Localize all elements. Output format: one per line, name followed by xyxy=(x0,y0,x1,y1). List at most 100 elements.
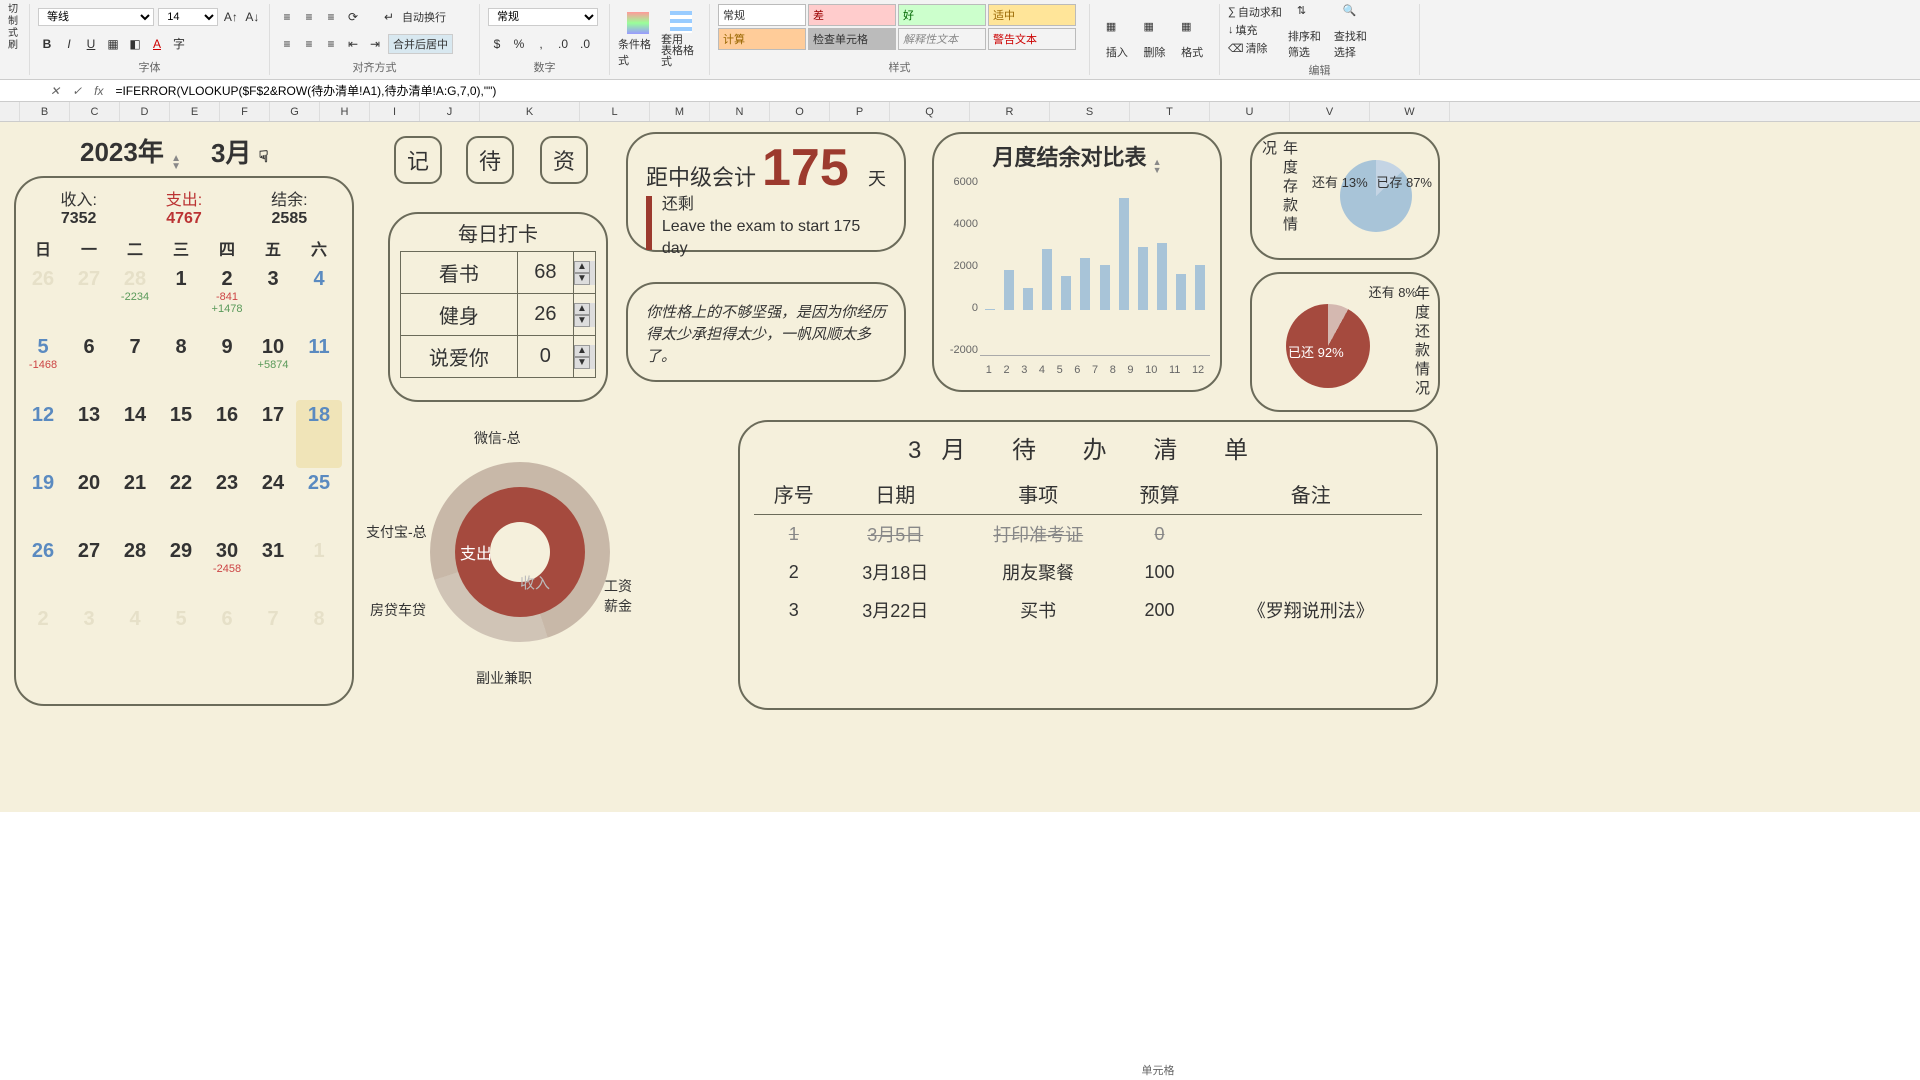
calendar-cell[interactable]: 5 -1468 xyxy=(20,332,66,400)
merge-center-button[interactable]: 合并后居中 xyxy=(388,34,453,54)
style-neutral[interactable]: 适中 xyxy=(988,4,1076,26)
font-color-icon[interactable]: A xyxy=(148,35,166,53)
calendar-cell[interactable]: 27 xyxy=(66,264,112,332)
align-top-icon[interactable]: ≡ xyxy=(278,8,296,26)
calendar-cell[interactable]: 20 xyxy=(66,468,112,536)
sort-filter-button[interactable]: ⇅排序和筛选 xyxy=(1288,4,1328,60)
style-calc[interactable]: 计算 xyxy=(718,28,806,50)
align-middle-icon[interactable]: ≡ xyxy=(300,8,318,26)
dec-decimal-icon[interactable]: .0 xyxy=(576,35,594,53)
wrap-text-button[interactable]: 自动换行 xyxy=(402,9,446,25)
calendar-cell[interactable]: 3 xyxy=(250,264,296,332)
calendar-cell[interactable]: 27 xyxy=(66,536,112,604)
table-format-button[interactable]: 套用 表格格式 xyxy=(661,4,701,75)
inc-decimal-icon[interactable]: .0 xyxy=(554,35,572,53)
font-name-select[interactable]: 等线 xyxy=(38,8,154,26)
calendar-cell[interactable]: 21 xyxy=(112,468,158,536)
align-bottom-icon[interactable]: ≡ xyxy=(322,8,340,26)
currency-icon[interactable]: $ xyxy=(488,35,506,53)
phonetic-icon[interactable]: 字 xyxy=(170,35,188,53)
calendar-cell[interactable]: 3 xyxy=(66,604,112,672)
todo-row[interactable]: 13月5日打印准考证0 xyxy=(754,515,1422,554)
formula-input[interactable] xyxy=(109,84,1920,98)
todo-button[interactable]: 待 xyxy=(466,136,514,184)
column-headers[interactable]: BCDEFGHIJKLMNOPQRSTUVW xyxy=(0,102,1920,122)
calendar-cell[interactable]: 13 xyxy=(66,400,112,468)
style-bad[interactable]: 差 xyxy=(808,4,896,26)
orientation-icon[interactable]: ⟳ xyxy=(344,8,362,26)
style-normal[interactable]: 常规 xyxy=(718,4,806,26)
style-good[interactable]: 好 xyxy=(898,4,986,26)
calendar-cell[interactable]: 25 xyxy=(296,468,342,536)
fill-color-icon[interactable]: ◧ xyxy=(126,35,144,53)
style-warn[interactable]: 警告文本 xyxy=(988,28,1076,50)
calendar-cell[interactable]: 26 xyxy=(20,536,66,604)
confirm-formula-icon[interactable]: ✓ xyxy=(66,84,88,98)
number-format-select[interactable]: 常规 xyxy=(488,8,598,26)
align-center-icon[interactable]: ≡ xyxy=(300,35,318,53)
calendar-cell[interactable]: 6 xyxy=(204,604,250,672)
calendar-cell[interactable]: 2 xyxy=(20,604,66,672)
comma-icon[interactable]: , xyxy=(532,35,550,53)
calendar-cell[interactable]: 19 xyxy=(20,468,66,536)
todo-row[interactable]: 23月18日朋友聚餐100 xyxy=(754,553,1422,591)
calendar-cell[interactable]: 5 xyxy=(158,604,204,672)
find-select-button[interactable]: 🔍查找和选择 xyxy=(1334,4,1374,60)
worksheet-canvas[interactable]: 2023年 ▲▼ 3月 ☟ 收入:7352 支出:4767 结余:2585 日一… xyxy=(0,122,1920,812)
calendar-cell[interactable]: 26 xyxy=(20,264,66,332)
calendar-cell[interactable]: 18 xyxy=(296,400,342,468)
calendar-cell[interactable]: 16 xyxy=(204,400,250,468)
checkin-spinner[interactable]: ▲▼ xyxy=(574,345,595,369)
calendar-cell[interactable]: 9 xyxy=(204,332,250,400)
indent-dec-icon[interactable]: ⇤ xyxy=(344,35,362,53)
calendar-cell[interactable]: 6 xyxy=(66,332,112,400)
cancel-formula-icon[interactable]: ✕ xyxy=(44,84,66,98)
align-right-icon[interactable]: ≡ xyxy=(322,35,340,53)
calendar-cell[interactable]: 8 xyxy=(296,604,342,672)
calendar-cell[interactable]: 11 xyxy=(296,332,342,400)
calendar-cell[interactable]: 7 xyxy=(112,332,158,400)
calendar-cell[interactable]: 8 xyxy=(158,332,204,400)
calendar-cell[interactable]: 24 xyxy=(250,468,296,536)
barchart-spinner[interactable]: ▲▼ xyxy=(1153,158,1162,174)
style-explain[interactable]: 解释性文本 xyxy=(898,28,986,50)
calendar-cell[interactable]: 10 +5874 xyxy=(250,332,296,400)
wrap-text-icon[interactable]: ↵ xyxy=(380,8,398,26)
calendar-cell[interactable]: 23 xyxy=(204,468,250,536)
calendar-cell[interactable]: 22 xyxy=(158,468,204,536)
record-button[interactable]: 记 xyxy=(394,136,442,184)
calendar-cell[interactable]: 17 xyxy=(250,400,296,468)
calendar-cell[interactable]: 4 xyxy=(112,604,158,672)
assets-button[interactable]: 资 xyxy=(540,136,588,184)
border-icon[interactable]: ▦ xyxy=(104,35,122,53)
increase-font-icon[interactable]: A↑ xyxy=(222,8,239,26)
indent-inc-icon[interactable]: ⇥ xyxy=(366,35,384,53)
percent-icon[interactable]: % xyxy=(510,35,528,53)
calendar-cell[interactable]: 4 xyxy=(296,264,342,332)
style-check[interactable]: 检查单元格 xyxy=(808,28,896,50)
calendar-cell[interactable]: 28 -2234 xyxy=(112,264,158,332)
bold-icon[interactable]: B xyxy=(38,35,56,53)
calendar-cell[interactable]: 1 xyxy=(296,536,342,604)
underline-icon[interactable]: U xyxy=(82,35,100,53)
calendar-cell[interactable]: 30 -2458 xyxy=(204,536,250,604)
fx-icon[interactable]: fx xyxy=(88,84,109,98)
year-spinner[interactable]: ▲▼ xyxy=(171,155,181,171)
align-left-icon[interactable]: ≡ xyxy=(278,35,296,53)
checkin-spinner[interactable]: ▲▼ xyxy=(574,261,595,285)
decrease-font-icon[interactable]: A↓ xyxy=(244,8,261,26)
font-size-select[interactable]: 14 xyxy=(158,8,218,26)
conditional-format-button[interactable]: 条件格式 xyxy=(618,4,658,75)
calendar-cell[interactable]: 14 xyxy=(112,400,158,468)
calendar-grid[interactable]: 日一二三四五六 26 27 28 -2234 1 2 -841 +1478 3 … xyxy=(16,228,352,676)
calendar-cell[interactable]: 31 xyxy=(250,536,296,604)
calendar-cell[interactable]: 2 -841 +1478 xyxy=(204,264,250,332)
calendar-cell[interactable]: 12 xyxy=(20,400,66,468)
calendar-cell[interactable]: 29 xyxy=(158,536,204,604)
calendar-cell[interactable]: 7 xyxy=(250,604,296,672)
checkin-spinner[interactable]: ▲▼ xyxy=(574,303,595,327)
italic-icon[interactable]: I xyxy=(60,35,78,53)
calendar-cell[interactable]: 15 xyxy=(158,400,204,468)
todo-row[interactable]: 33月22日买书200《罗翔说刑法》 xyxy=(754,591,1422,629)
calendar-cell[interactable]: 1 xyxy=(158,264,204,332)
